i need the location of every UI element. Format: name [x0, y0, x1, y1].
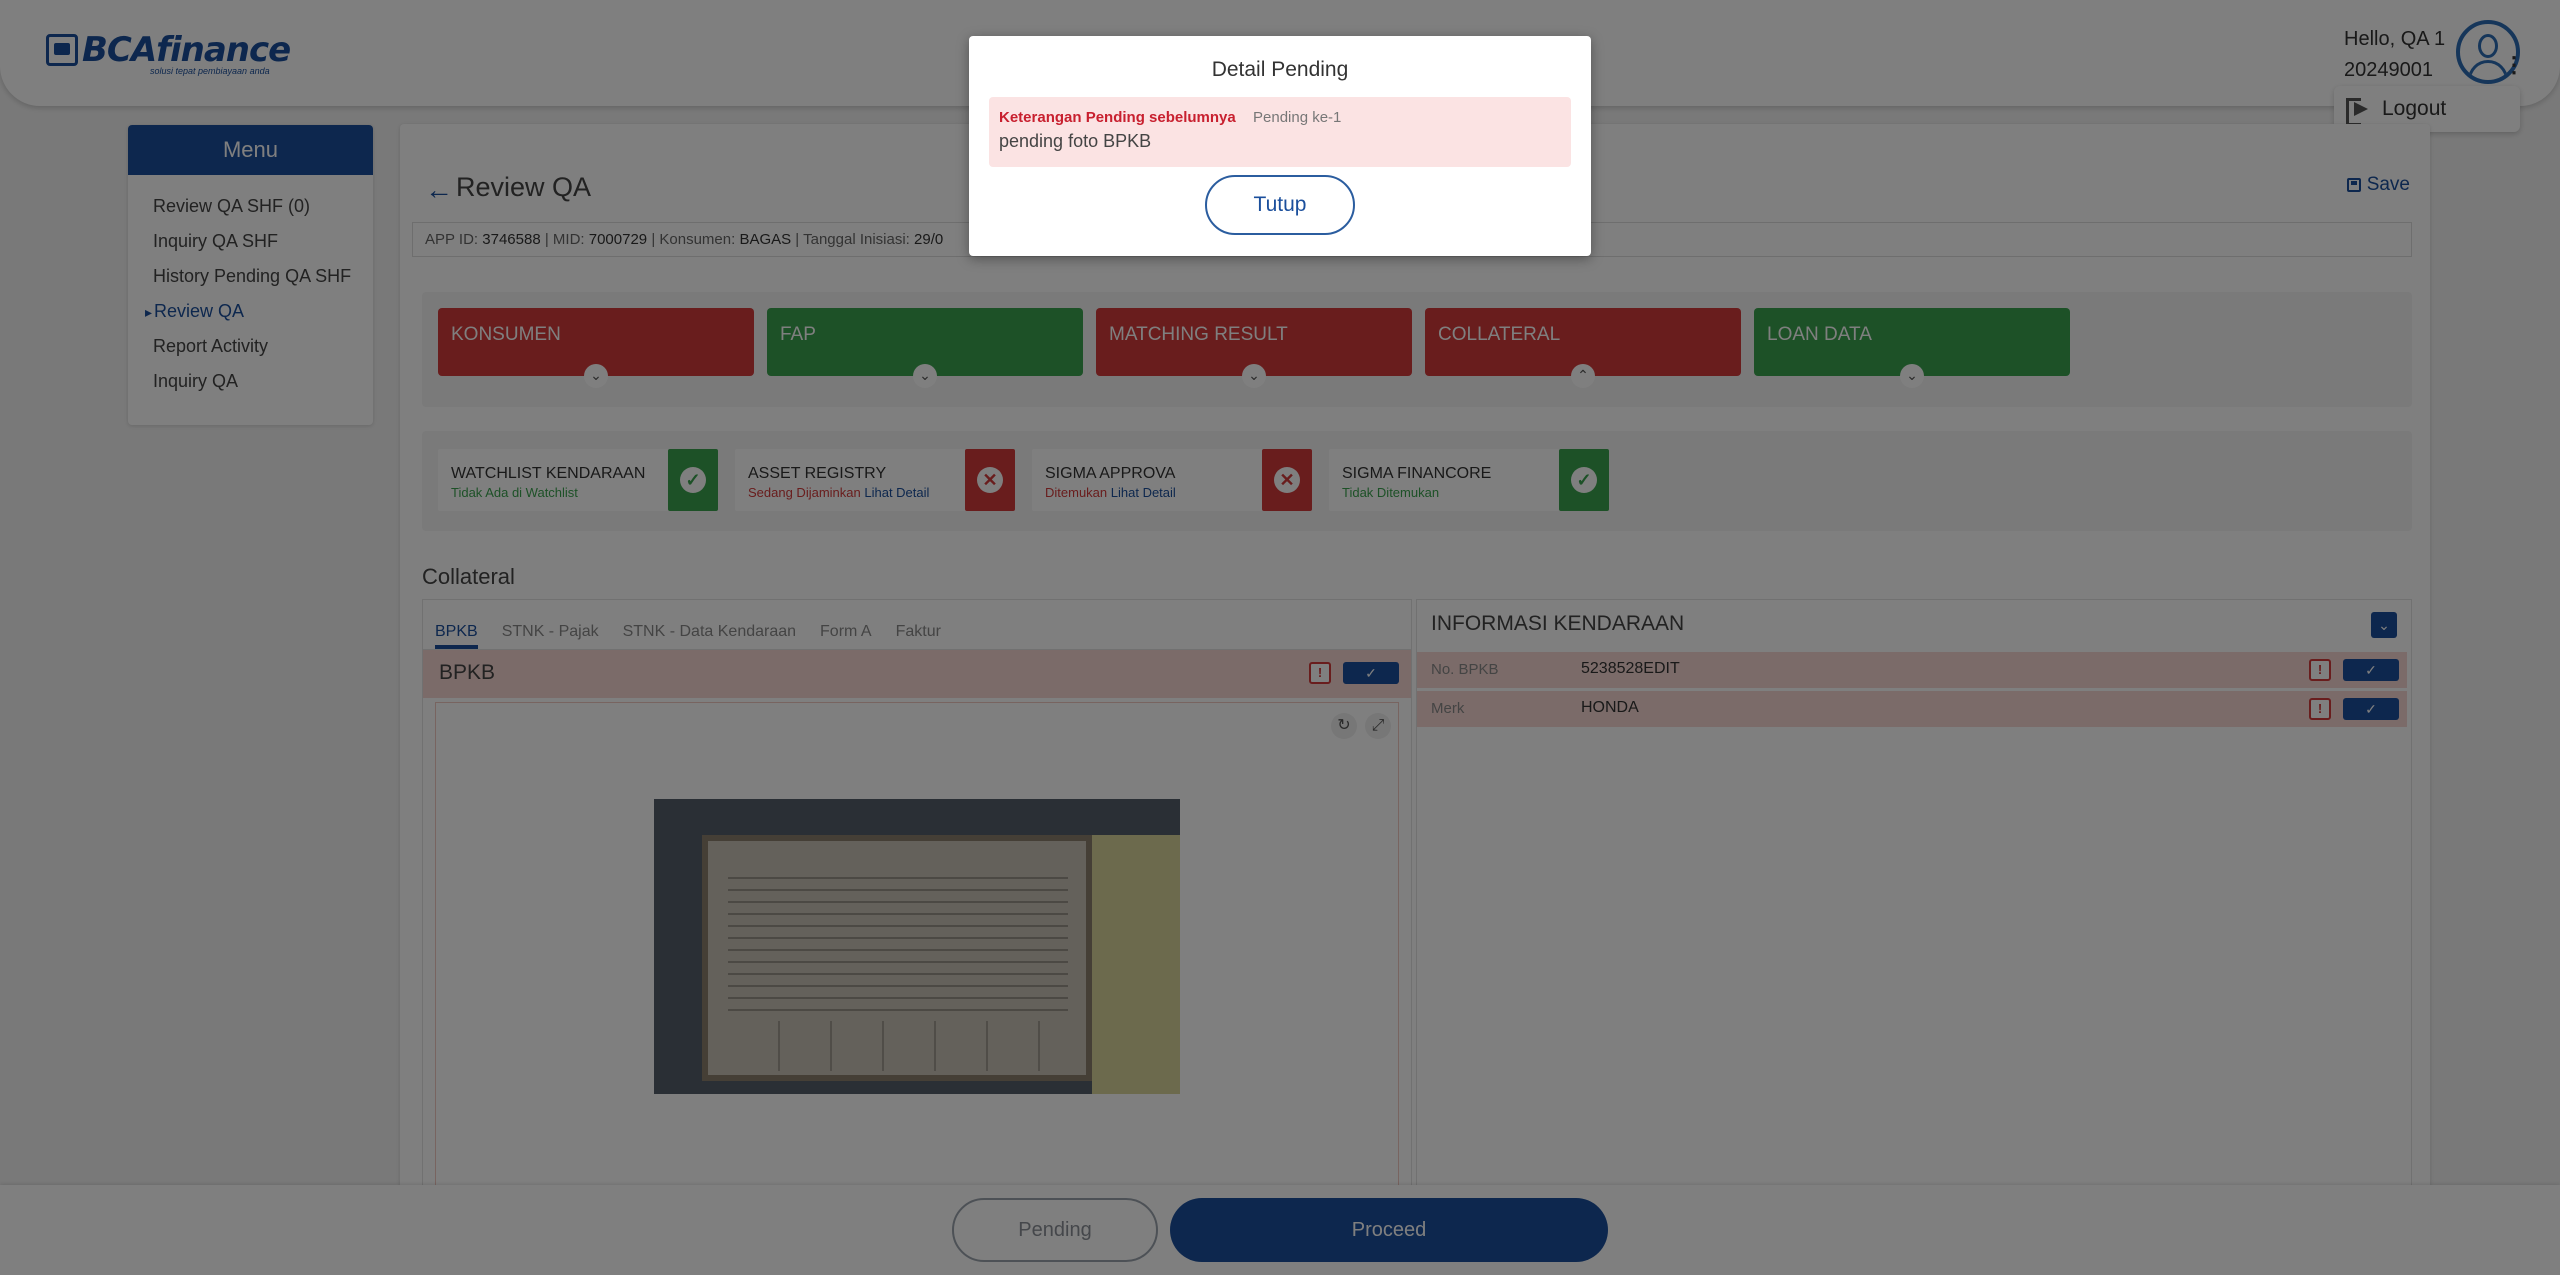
pending-count: Pending ke-1 [1253, 109, 1342, 126]
pending-note: Keterangan Pending sebelumnya Pending ke… [989, 97, 1571, 167]
modal-title: Detail Pending [1211, 58, 1349, 81]
pending-note-label: Keterangan Pending sebelumnya [999, 109, 1236, 126]
detail-pending-modal: Detail Pending Keterangan Pending sebelu… [969, 36, 1591, 256]
pending-note-text: pending foto BPKB [999, 131, 1152, 151]
tutup-button[interactable]: Tutup [1205, 175, 1355, 235]
